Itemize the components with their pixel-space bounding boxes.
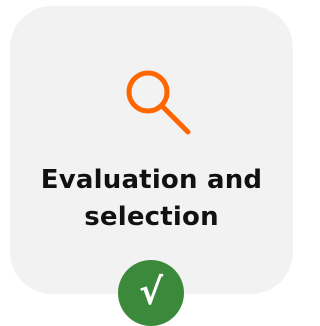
check-mark-icon: √ [118,260,184,326]
search-icon [126,70,191,135]
step-title-line-2: selection [84,202,219,232]
step-title-line-1: Evaluation and [40,165,263,195]
step-card [10,6,293,294]
step-tile: Evaluation and selection √ [0,0,293,326]
step-title: Evaluation and selection [10,162,293,236]
